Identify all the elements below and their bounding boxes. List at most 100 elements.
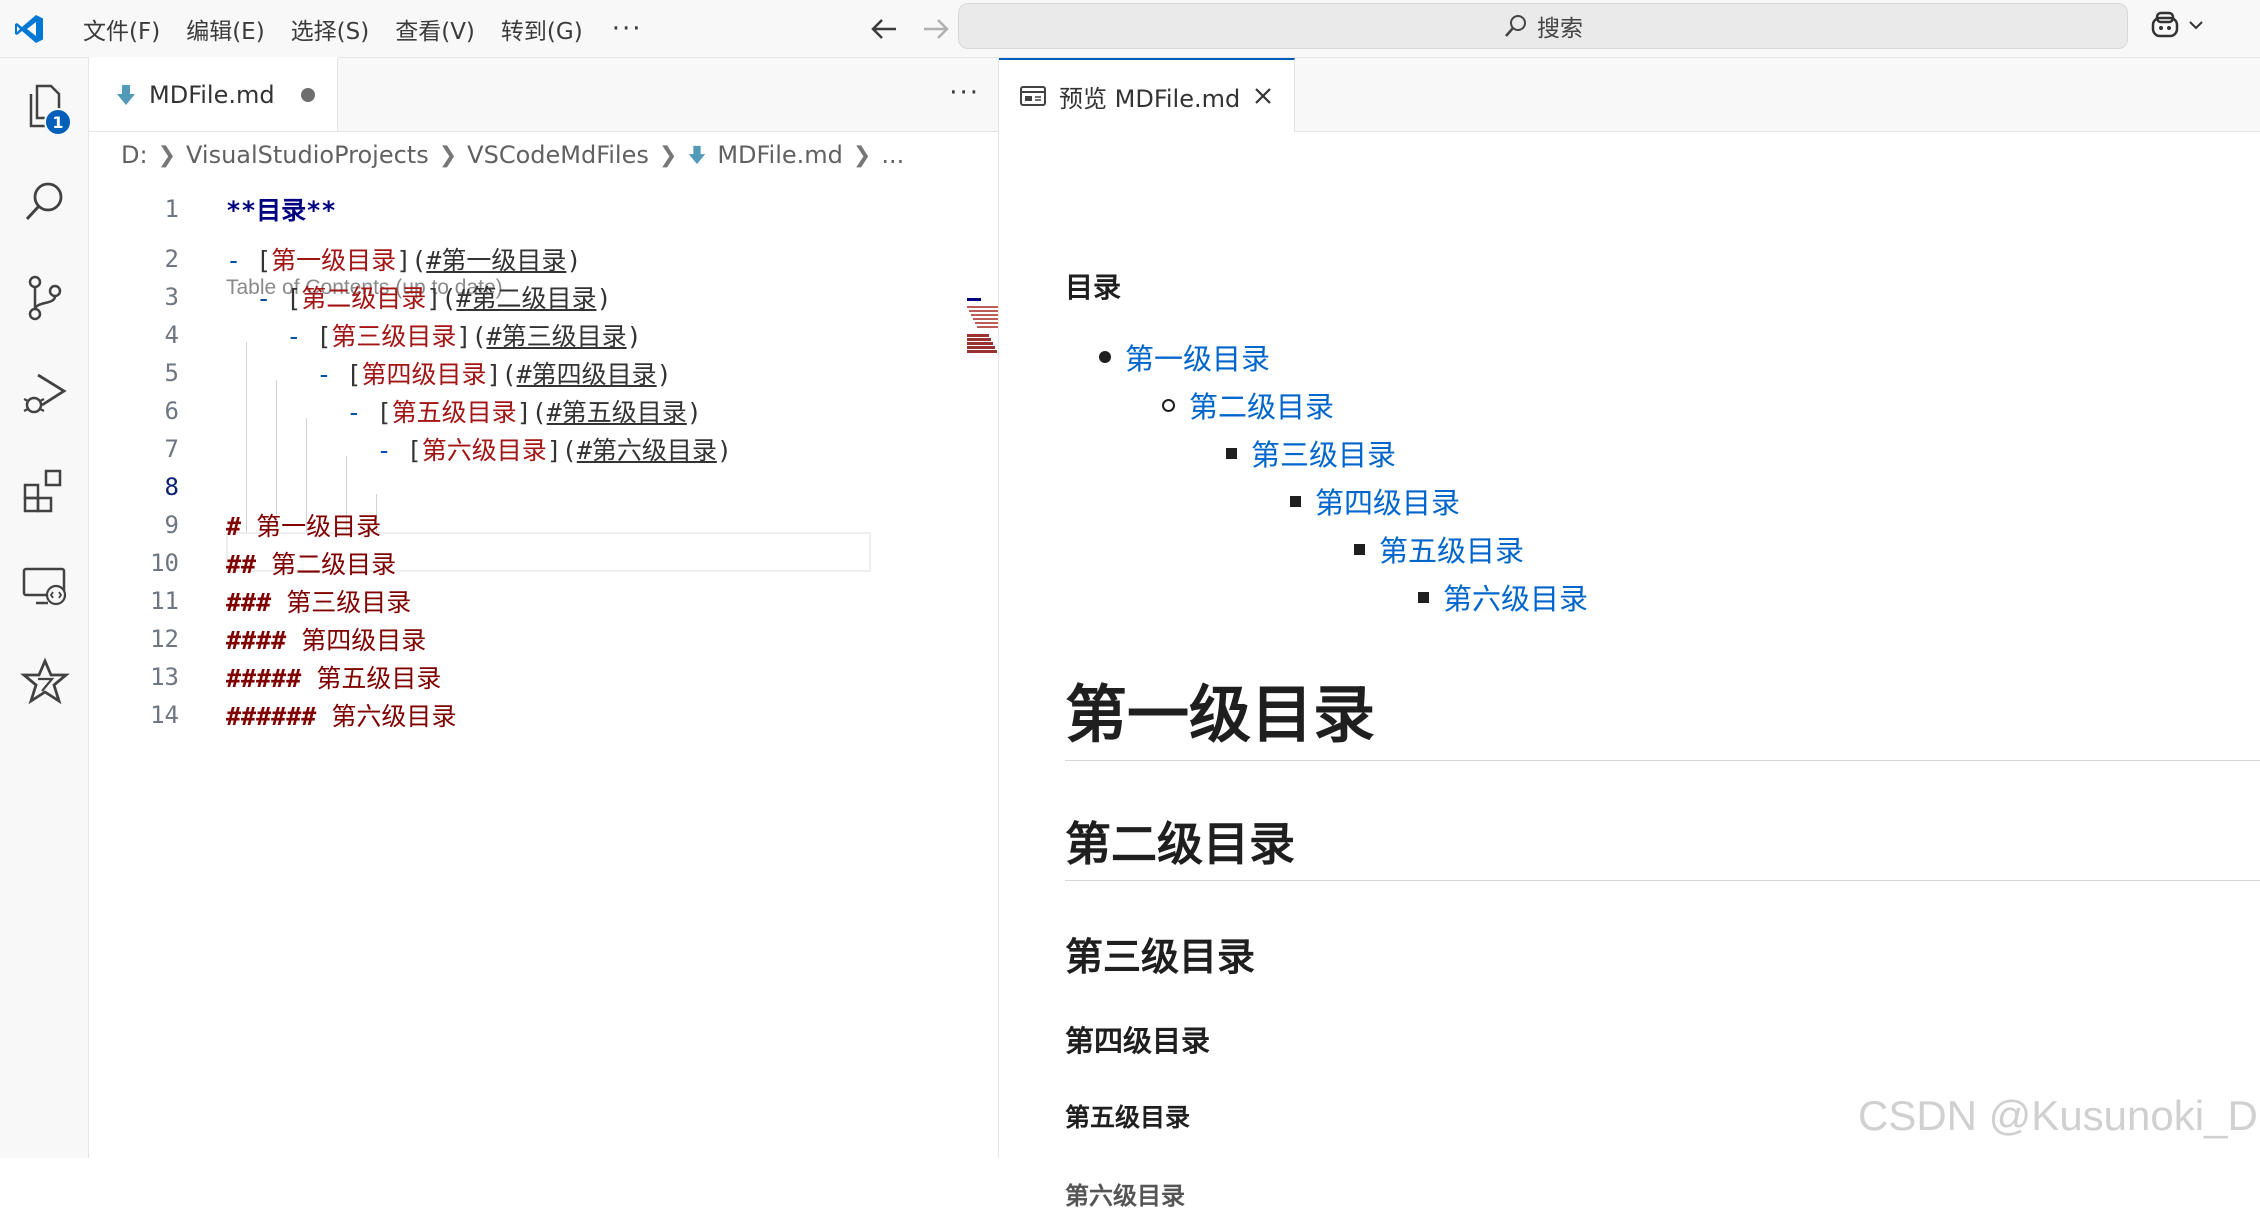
chevron-down-icon <box>2189 21 2203 30</box>
preview-tabs: 预览 MDFile.md <box>999 58 2260 132</box>
menu-file[interactable]: 文件(F) <box>70 6 173 52</box>
accounts-extension-button[interactable] <box>0 634 89 730</box>
preview-tab-label: 预览 MDFile.md <box>1059 84 1241 113</box>
line-number: 7 <box>164 435 179 463</box>
code-line[interactable]: 1 **目录** <box>89 190 869 228</box>
run-debug-button[interactable] <box>0 346 89 442</box>
editor-group: MDFile.md ··· D: ❯ VisualStudioProjects … <box>89 57 1087 1158</box>
code-line[interactable]: 13 ##### 第五级目录 <box>89 658 869 696</box>
line-number: 10 <box>150 549 179 577</box>
code-line[interactable]: 2 - [第一级目录](#第一级目录) <box>89 240 869 278</box>
markdown-file-icon <box>117 85 135 105</box>
star-extension-icon <box>19 657 70 705</box>
token-lt: 第三级目录 <box>331 322 457 351</box>
chevron-right-icon: ❯ <box>438 142 458 168</box>
toc-link-level-3[interactable]: 第三级目录 <box>1226 432 1396 474</box>
source-control-icon <box>28 275 61 321</box>
forward-arrow-icon[interactable] <box>910 9 962 49</box>
token-plain: ]( <box>546 436 577 465</box>
tab-preview-mdfile[interactable]: 预览 MDFile.md <box>999 58 1296 132</box>
extensions-icon <box>23 469 61 513</box>
toc-link-text[interactable]: 第五级目录 <box>1379 528 1524 570</box>
toc-link-text[interactable]: 第一级目录 <box>1125 336 1270 378</box>
line-text: ##### 第五级目录 <box>226 659 441 695</box>
explorer-button[interactable]: 1 <box>0 58 89 154</box>
line-text: ###### 第六级目录 <box>226 697 456 733</box>
line-text: #### 第四级目录 <box>226 621 426 657</box>
remote-explorer-button[interactable] <box>0 538 89 634</box>
line-text: ### 第三级目录 <box>226 583 411 619</box>
chevron-right-icon: ❯ <box>852 142 872 168</box>
explorer-badge: 1 <box>44 108 72 136</box>
chevron-right-icon: ❯ <box>157 142 177 168</box>
activity-bar: 1 <box>0 58 89 1158</box>
toc-link-text[interactable]: 第三级目录 <box>1251 432 1396 474</box>
code-line[interactable]: 12 #### 第四级目录 <box>89 620 869 658</box>
breadcrumb-folder-mdfiles[interactable]: VSCodeMdFiles <box>467 141 649 169</box>
breadcrumb-file[interactable]: MDFile.md <box>717 141 843 169</box>
token-plain: ]( <box>426 284 457 313</box>
code-line[interactable]: 6 - [第五级目录](#第五级目录) <box>89 392 869 430</box>
code-line[interactable]: 10 ## 第二级目录 <box>89 544 869 582</box>
unsaved-dot-icon[interactable] <box>300 88 315 102</box>
command-center-search[interactable]: 搜索 <box>958 3 2128 49</box>
breadcrumb-drive[interactable]: D: <box>121 141 148 169</box>
line-number: 2 <box>164 245 179 273</box>
disc-bullet-icon <box>1099 351 1111 363</box>
token-hdm: ###### <box>226 702 317 731</box>
editor-more-actions-button[interactable]: ··· <box>949 78 980 108</box>
line-text: # 第一级目录 <box>226 507 381 543</box>
source-control-button[interactable] <box>0 250 89 346</box>
token-hd: 第五级目录 <box>301 664 442 693</box>
toc-link-level-2[interactable]: 第二级目录 <box>1162 384 1334 426</box>
menu-selection[interactable]: 选择(S) <box>278 6 383 52</box>
breadcrumb-folder-projects[interactable]: VisualStudioProjects <box>186 141 429 169</box>
code-line[interactable]: 14 ###### 第六级目录 <box>89 696 869 734</box>
code-line[interactable]: 5 - [第四级目录](#第四级目录) <box>89 354 869 392</box>
menu-more-button[interactable]: ··· <box>596 14 659 44</box>
code-line[interactable]: 9 # 第一级目录 <box>89 506 869 544</box>
tab-mdfile[interactable]: MDFile.md <box>89 57 338 131</box>
code-line[interactable]: 7 - [第六级目录](#第六级目录) <box>89 430 869 468</box>
search-view-button[interactable] <box>0 154 89 250</box>
close-icon[interactable] <box>1252 85 1274 107</box>
toc-link-text[interactable]: 第二级目录 <box>1189 384 1334 426</box>
toc-link-text[interactable]: 第四级目录 <box>1315 480 1460 522</box>
line-number: 4 <box>164 321 179 349</box>
menu-go[interactable]: 转到(G) <box>488 6 596 52</box>
code-line[interactable]: 11 ### 第三级目录 <box>89 582 869 620</box>
breadcrumb-symbols[interactable]: ... <box>881 141 904 169</box>
line-number: 8 <box>164 473 179 501</box>
copilot-menu[interactable] <box>2148 8 2204 42</box>
toc-link-text[interactable]: 第六级目录 <box>1443 576 1588 618</box>
back-arrow-icon[interactable] <box>858 9 910 49</box>
menu-edit[interactable]: 编辑(E) <box>173 6 277 52</box>
heading-4: 第四级目录 <box>1065 1024 1211 1058</box>
preview-icon <box>1020 86 1046 106</box>
code-editor[interactable]: Table of Contents (up to date) 1 **目录** 2-… <box>89 178 1027 1158</box>
toc-link-level-6[interactable]: 第六级目录 <box>1418 576 1588 618</box>
token-plain: [ <box>346 360 362 389</box>
square-bullet-icon <box>1290 495 1301 507</box>
menu-view[interactable]: 查看(V) <box>382 6 488 52</box>
token-plain: ) <box>626 322 642 351</box>
code-line[interactable]: 4 - [第三级目录](#第三级目录) <box>89 316 869 354</box>
code-line[interactable]: 8 <box>89 468 869 506</box>
toc-link-level-1[interactable]: 第一级目录 <box>1099 336 1270 378</box>
csdn-watermark: CSDN @Kusunoki_D <box>1858 1092 2258 1139</box>
vscode-logo-icon <box>0 0 58 58</box>
square-bullet-icon <box>1418 591 1429 603</box>
editor-tabs: MDFile.md ··· <box>89 57 998 132</box>
extensions-button[interactable] <box>0 442 89 538</box>
line-number: 12 <box>150 625 179 653</box>
token-plain: ]( <box>486 360 517 389</box>
toc-link-level-5[interactable]: 第五级目录 <box>1354 528 1524 570</box>
code-line[interactable]: 3 - [第二级目录](#第二级目录) <box>89 278 869 316</box>
token-hd: 第六级目录 <box>316 702 457 731</box>
token-lt: 第一级目录 <box>271 246 397 275</box>
toc-link-level-4[interactable]: 第四级目录 <box>1290 480 1460 522</box>
